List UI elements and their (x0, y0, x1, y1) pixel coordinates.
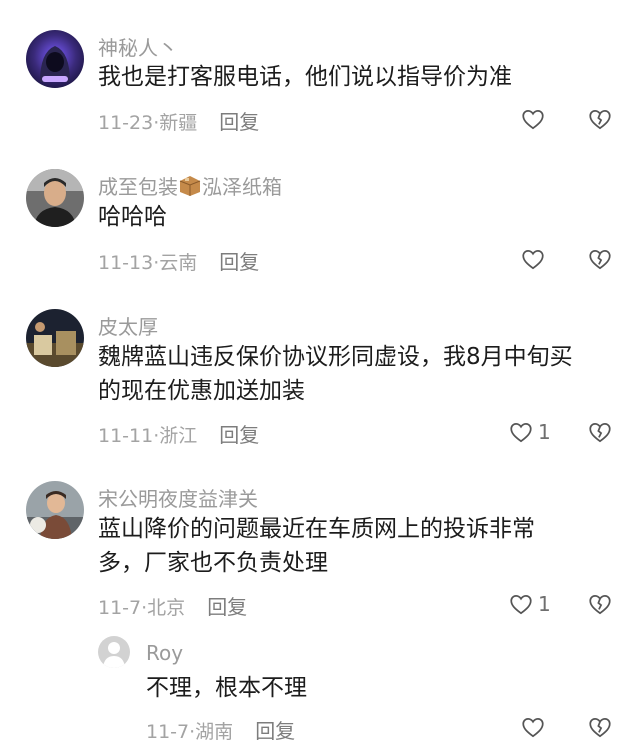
avatar[interactable] (26, 30, 84, 88)
comment-meta: 11-13·云南 回复 (98, 250, 260, 274)
comment-item: 神秘人丶 我也是打客服电话，他们说以指导价为准 11-23·新疆 回复 (0, 0, 640, 145)
comment-text: 哈哈哈 (98, 204, 167, 230)
comment-text: 蓝山降价的问题最近在车质网上的投诉非常 多，厂家也不负责处理 (98, 512, 618, 580)
comment-text: 魏牌蓝山违反保价协议形同虚设，我8月中旬买 的现在优惠加送加装 (98, 340, 618, 408)
like-button[interactable] (520, 244, 590, 274)
heart-outline-icon (522, 110, 544, 130)
reply-item: Roy 不理，根本不理 11-7·湖南 回复 (0, 630, 640, 743)
avatar[interactable] (26, 481, 84, 539)
comment-text: 不理，根本不理 (146, 675, 307, 701)
comment-location: 北京 (147, 597, 186, 619)
reply-button[interactable]: 回复 (207, 595, 247, 619)
comment-text-line: 蓝山降价的问题最近在车质网上的投诉非常 (98, 516, 535, 542)
comment-text-line: 的现在优惠加送加装 (98, 378, 305, 404)
like-button[interactable]: 1 (508, 589, 578, 619)
heart-outline-icon (522, 250, 544, 270)
comment-location: 新疆 (159, 112, 198, 134)
heart-outline-icon (522, 718, 544, 738)
comment-date: 11-23 (98, 112, 154, 134)
comment-text-line: 魏牌蓝山违反保价协议形同虚设，我8月中旬买 (98, 344, 573, 370)
comment-date: 11-13 (98, 252, 154, 274)
avatar[interactable] (26, 169, 84, 227)
username[interactable]: 宋公明夜度益津关 (98, 483, 258, 512)
username-part: 泓泽纸箱 (202, 175, 282, 199)
dislike-button[interactable] (587, 714, 613, 740)
reply-button[interactable]: 回复 (219, 423, 259, 447)
broken-heart-outline-icon (589, 250, 611, 270)
comment-date: 11-7 (98, 597, 142, 619)
heart-outline-icon (510, 595, 532, 615)
avatar[interactable] (26, 309, 84, 367)
dislike-button[interactable] (587, 591, 613, 617)
username[interactable]: 皮太厚 (98, 311, 158, 340)
broken-heart-outline-icon (589, 595, 611, 615)
comment-location: 浙江 (159, 425, 198, 447)
package-box-emoji (178, 175, 202, 202)
reply-button[interactable]: 回复 (255, 719, 295, 743)
dislike-button[interactable] (587, 419, 613, 445)
comment-text-line: 多，厂家也不负责处理 (98, 550, 328, 576)
comment-item: 宋公明夜度益津关 蓝山降价的问题最近在车质网上的投诉非常 多，厂家也不负责处理 … (0, 460, 640, 630)
like-button[interactable] (520, 712, 590, 742)
like-button[interactable]: 1 (508, 417, 578, 447)
comment-item: 成至包装 泓泽纸箱 哈哈哈 11-13·云南 回复 (0, 145, 640, 285)
avatar[interactable] (98, 636, 130, 668)
dislike-button[interactable] (587, 106, 613, 132)
reply-button[interactable]: 回复 (219, 250, 259, 274)
like-button[interactable] (520, 104, 590, 134)
comment-item: 皮太厚 魏牌蓝山违反保价协议形同虚设，我8月中旬买 的现在优惠加送加装 11-1… (0, 285, 640, 460)
comment-meta: 11-11·浙江 回复 (98, 423, 260, 447)
username[interactable]: Roy (146, 641, 183, 665)
username[interactable]: 神秘人丶 (98, 32, 178, 61)
comment-location: 湖南 (195, 721, 234, 743)
reply-button[interactable]: 回复 (219, 110, 259, 134)
broken-heart-outline-icon (589, 718, 611, 738)
like-count: 1 (538, 420, 551, 444)
username[interactable]: 成至包装 泓泽纸箱 (98, 171, 282, 202)
comment-date: 11-11 (98, 425, 154, 447)
like-count: 1 (538, 592, 551, 616)
broken-heart-outline-icon (589, 110, 611, 130)
comment-meta: 11-7·北京 回复 (98, 595, 248, 619)
broken-heart-outline-icon (589, 423, 611, 443)
comment-meta: 11-7·湖南 回复 (146, 719, 296, 743)
comment-meta: 11-23·新疆 回复 (98, 110, 260, 134)
dislike-button[interactable] (587, 246, 613, 272)
heart-outline-icon (510, 423, 532, 443)
comment-text: 我也是打客服电话，他们说以指导价为准 (98, 64, 512, 90)
comment-date: 11-7 (146, 721, 190, 743)
comment-location: 云南 (159, 252, 198, 274)
username-part: 成至包装 (98, 175, 178, 199)
